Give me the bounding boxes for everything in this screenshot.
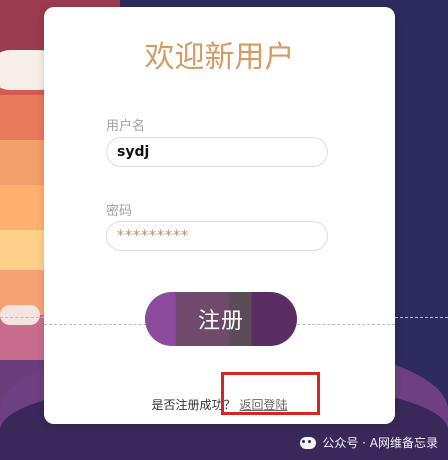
username-value: sydj [117, 144, 150, 160]
password-value: ********* [117, 228, 189, 244]
username-label: 用户名 [106, 119, 146, 134]
password-input[interactable]: ********* [106, 221, 328, 251]
register-card: 欢迎新用户 用户名 sydj 密码 ********* 是否注册成功？ 返回登陆 [44, 7, 395, 424]
cloud-shape-small [0, 305, 40, 325]
wechat-icon [300, 436, 317, 449]
watermark: 公众号 · A网维备忘录 [300, 434, 438, 451]
watermark-text: 公众号 · A网维备忘录 [322, 436, 438, 450]
register-button[interactable]: 注册 [145, 292, 297, 346]
username-input[interactable]: sydj [106, 137, 328, 167]
dashed-divider-right [395, 317, 448, 318]
page-title: 欢迎新用户 [144, 40, 295, 75]
dashed-divider-left [0, 317, 44, 318]
login-prompt-text: 是否注册成功？ [151, 398, 236, 412]
back-to-login-link[interactable]: 返回登陆 [240, 398, 288, 412]
password-label: 密码 [106, 204, 133, 219]
login-prompt: 是否注册成功？ 返回登陆 [44, 396, 395, 413]
